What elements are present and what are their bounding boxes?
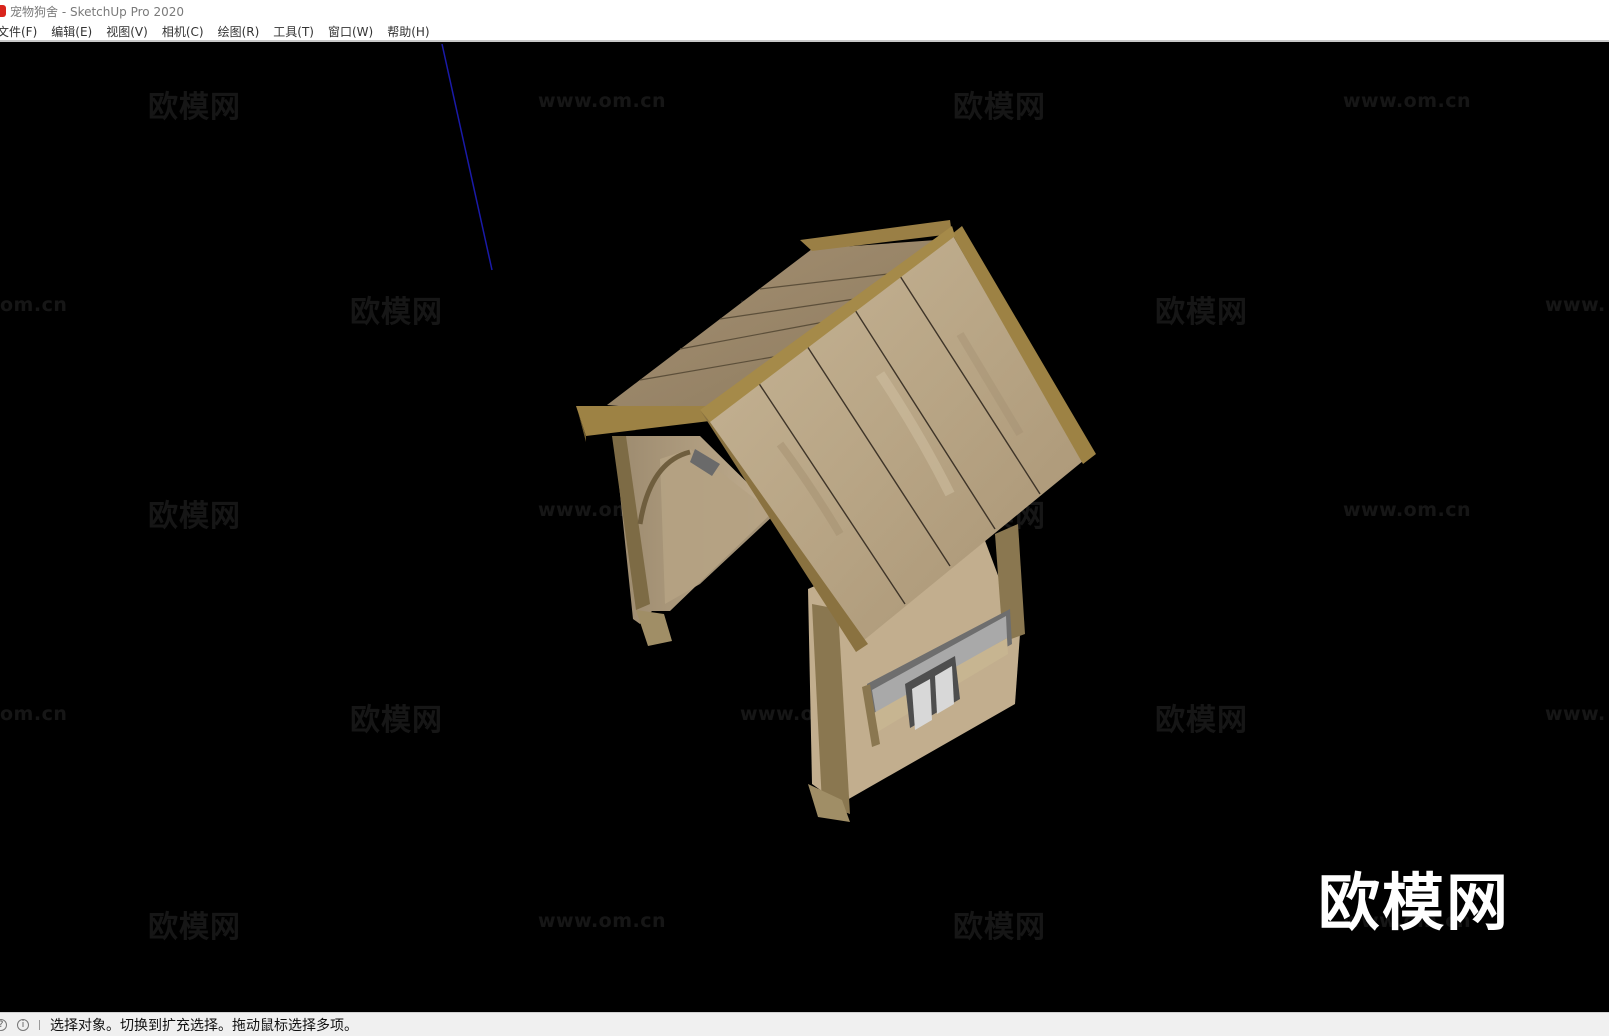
menu-tools[interactable]: 工具(T) xyxy=(273,23,314,40)
menu-window[interactable]: 窗口(W) xyxy=(328,23,373,40)
window-title: 宠物狗舍 - SketchUp Pro 2020 xyxy=(10,4,184,19)
blue-axis-line xyxy=(441,44,493,271)
menu-camera[interactable]: 相机(C) xyxy=(162,23,204,40)
menu-draw[interactable]: 绘图(R) xyxy=(218,23,260,40)
watermark-logo-large: 欧模网 xyxy=(1318,866,1511,939)
menu-bar: 文件(F) 编辑(E) 视图(V) 相机(C) 绘图(R) 工具(T) 窗口(W… xyxy=(0,22,1609,42)
menu-edit[interactable]: 编辑(E) xyxy=(51,23,92,40)
menu-file[interactable]: 文件(F) xyxy=(0,23,37,40)
status-bar: ? i 选择对象。切换到扩充选择。拖动鼠标选择多项。 xyxy=(0,1012,1609,1036)
gable-trim-left xyxy=(576,406,718,436)
drawing-viewport[interactable]: 欧模网 www.om.cn 欧模网 www.om.cn om.cn 欧模网 ww… xyxy=(0,44,1609,1012)
status-message: 选择对象。切换到扩充选择。拖动鼠标选择多项。 xyxy=(50,1017,358,1034)
menu-help[interactable]: 帮助(H) xyxy=(387,23,429,40)
sketchup-app-icon[interactable] xyxy=(0,5,6,17)
status-divider xyxy=(39,1019,40,1030)
title-bar: 宠物狗舍 - SketchUp Pro 2020 xyxy=(0,0,1609,22)
help-icon[interactable]: ? xyxy=(0,1018,7,1031)
left-post-foot xyxy=(636,610,672,646)
menu-view[interactable]: 视图(V) xyxy=(106,23,148,40)
info-icon[interactable]: i xyxy=(17,1018,29,1031)
